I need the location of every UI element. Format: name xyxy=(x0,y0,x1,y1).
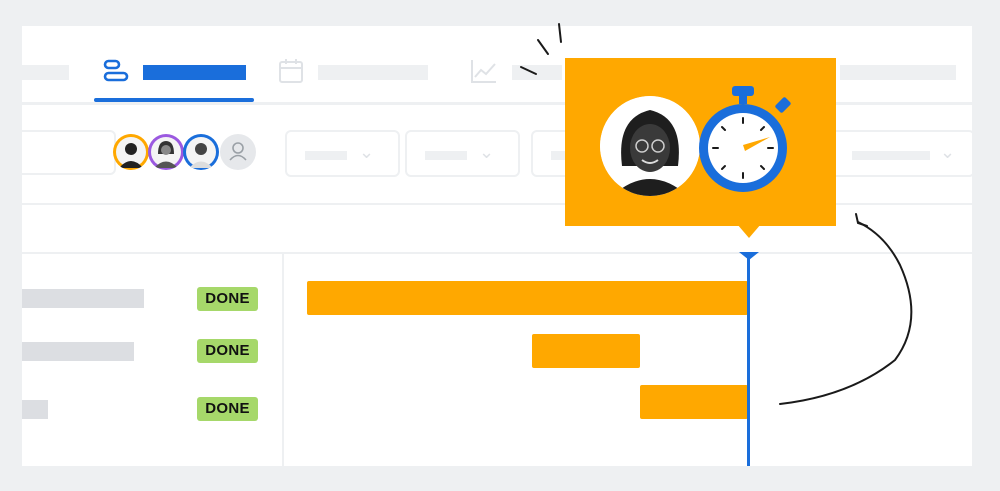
timeline-icon xyxy=(103,59,129,82)
avatar-photo xyxy=(151,137,181,168)
tab-chart-label xyxy=(512,65,562,80)
tab-timeline-label xyxy=(143,65,246,80)
task-name-placeholder xyxy=(22,289,144,308)
tab-timeline[interactable] xyxy=(94,26,254,102)
gantt-bar[interactable] xyxy=(532,334,640,368)
tab-label-placeholder xyxy=(22,65,69,80)
tab-calendar-label xyxy=(318,65,428,80)
tab-calendar[interactable] xyxy=(272,26,442,102)
person-photo-portrait xyxy=(600,96,700,196)
search-input[interactable] xyxy=(22,130,116,175)
chevron-down-icon: ⌄ xyxy=(359,142,375,162)
avatar[interactable] xyxy=(183,134,219,170)
task-name-placeholder xyxy=(22,342,134,361)
status-badge: DONE xyxy=(197,339,258,363)
avatar-photo xyxy=(186,137,216,168)
chevron-down-icon: ⌄ xyxy=(479,142,495,162)
dropdown-label xyxy=(305,151,347,160)
dropdown-label xyxy=(425,151,467,160)
status-badge: DONE xyxy=(197,397,258,421)
stopwatch-icon xyxy=(699,86,791,192)
gantt-bar[interactable] xyxy=(640,385,748,419)
active-tab-indicator xyxy=(94,98,254,102)
filter-dropdown[interactable]: ⌄ xyxy=(830,130,972,177)
task-name-placeholder xyxy=(22,400,48,419)
person-photo xyxy=(600,96,700,196)
chevron-down-icon: ⌄ xyxy=(940,142,956,162)
avatar-photo xyxy=(116,137,146,168)
chart-icon xyxy=(471,60,496,83)
tab-label-placeholder xyxy=(840,65,956,80)
avatar[interactable] xyxy=(220,134,256,170)
dropdown-label xyxy=(852,151,930,160)
user-placeholder-icon xyxy=(229,142,247,161)
today-marker xyxy=(739,252,759,260)
calendar-icon xyxy=(279,59,303,83)
avatar[interactable] xyxy=(148,134,184,170)
column-divider xyxy=(282,252,284,466)
callout-pointer xyxy=(737,224,761,238)
filter-dropdown[interactable]: ⌄ xyxy=(285,130,400,177)
gantt-bar[interactable] xyxy=(307,281,748,315)
avatar[interactable] xyxy=(113,134,149,170)
today-marker-line xyxy=(747,256,750,466)
filter-dropdown[interactable]: ⌄ xyxy=(405,130,520,177)
status-badge: DONE xyxy=(197,287,258,311)
